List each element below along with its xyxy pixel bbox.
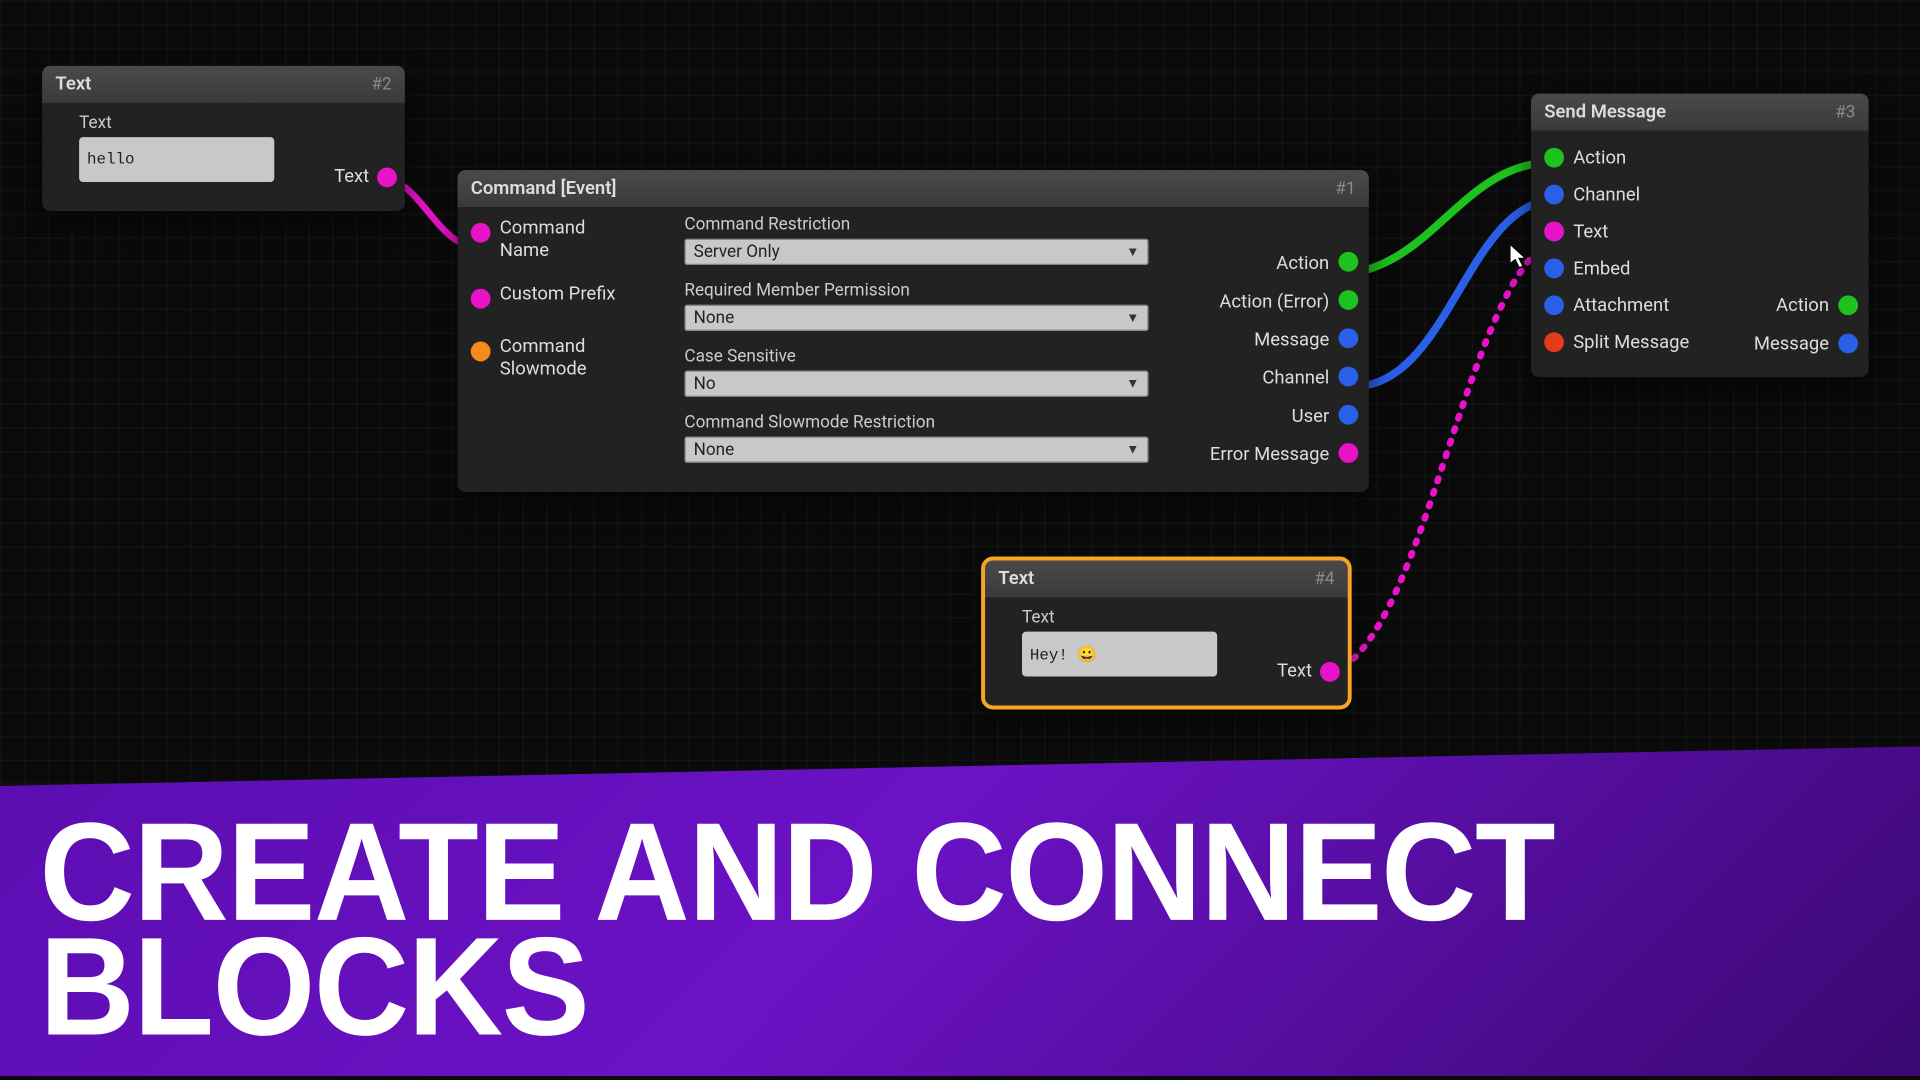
port-out-action[interactable]	[1338, 252, 1358, 272]
text-input[interactable]	[79, 137, 274, 182]
port-label-user: User	[1292, 406, 1330, 427]
port-label-channel: Channel	[1262, 368, 1329, 389]
node-title: Send Message	[1544, 102, 1666, 123]
field-label-case-sensitive: Case Sensitive	[684, 347, 1148, 367]
port-out-user[interactable]	[1338, 405, 1358, 425]
port-in-embed[interactable]	[1544, 258, 1564, 278]
select-case-sensitive[interactable]: No ▼	[684, 371, 1148, 397]
port-out-text-label: Text	[1277, 661, 1312, 682]
port-in-split-message[interactable]	[1544, 332, 1564, 352]
field-label-text: Text	[1022, 608, 1335, 628]
port-label-channel: Channel	[1573, 185, 1640, 206]
select-value: No	[694, 374, 716, 394]
port-label-action: Action	[1276, 253, 1329, 274]
port-label-error-message: Error Message	[1210, 444, 1329, 465]
select-value: Server Only	[694, 242, 780, 262]
chevron-down-icon: ▼	[1126, 376, 1139, 391]
select-slowmode-restriction[interactable]: None ▼	[684, 436, 1148, 462]
node-title: Text	[55, 74, 91, 95]
port-out-error-message[interactable]	[1338, 443, 1358, 463]
port-out-action[interactable]	[1838, 295, 1858, 315]
node-id: #3	[1835, 102, 1855, 122]
port-label-action-error: Action (Error)	[1219, 291, 1329, 312]
port-out-text[interactable]	[1320, 661, 1340, 681]
port-label-text: Text	[1573, 222, 1608, 243]
chevron-down-icon: ▼	[1126, 245, 1139, 260]
port-in-attachment[interactable]	[1544, 295, 1564, 315]
port-label-embed: Embed	[1573, 258, 1630, 279]
port-label-split-message: Split Message	[1573, 332, 1689, 353]
node-send-message-3[interactable]: Send Message #3 Action Channel	[1531, 94, 1869, 378]
port-in-command-name[interactable]	[471, 223, 491, 243]
field-label-restriction: Command Restriction	[684, 215, 1148, 235]
node-title: Text	[998, 568, 1034, 589]
field-label-permission: Required Member Permission	[684, 281, 1148, 301]
port-label-message: Message	[1254, 330, 1329, 351]
chevron-down-icon: ▼	[1126, 311, 1139, 326]
port-out-channel[interactable]	[1338, 367, 1358, 387]
port-out-action-error[interactable]	[1338, 290, 1358, 310]
chevron-down-icon: ▼	[1126, 442, 1139, 457]
port-label-action-out: Action	[1776, 295, 1829, 316]
node-header[interactable]: Command [Event] #1	[458, 170, 1369, 207]
promo-banner: CREATE AND CONNECT BLOCKS	[0, 746, 1920, 1076]
node-id: #4	[1314, 569, 1334, 589]
node-header[interactable]: Text #2	[42, 66, 405, 103]
port-label-attachment: Attachment	[1573, 295, 1669, 316]
port-out-message[interactable]	[1338, 328, 1358, 348]
port-in-action[interactable]	[1544, 148, 1564, 168]
port-label-custom-prefix: Custom Prefix	[500, 284, 632, 306]
banner-headline: CREATE AND CONNECT BLOCKS	[40, 815, 1920, 1044]
port-in-text[interactable]	[1544, 222, 1564, 242]
port-out-text[interactable]	[377, 167, 397, 187]
node-command-1[interactable]: Command [Event] #1 Command Name Custom P…	[458, 170, 1369, 492]
port-label-action: Action	[1573, 148, 1626, 169]
text-input[interactable]	[1022, 632, 1217, 677]
node-id: #2	[371, 75, 391, 95]
node-title: Command [Event]	[471, 178, 617, 199]
node-text-2[interactable]: Text #2 Text Text	[42, 66, 405, 211]
port-in-custom-prefix[interactable]	[471, 289, 491, 309]
port-label-message-out: Message	[1754, 334, 1829, 355]
select-value: None	[694, 440, 735, 460]
field-label-text: Text	[79, 113, 392, 133]
port-label-command-slowmode: Command Slowmode	[500, 336, 632, 381]
port-in-command-slowmode[interactable]	[471, 342, 491, 362]
node-text-4[interactable]: Text #4 Text Text	[985, 560, 1348, 705]
port-label-command-name: Command Name	[500, 218, 632, 263]
node-id: #1	[1335, 179, 1355, 199]
port-in-channel[interactable]	[1544, 185, 1564, 205]
node-header[interactable]: Send Message #3	[1531, 94, 1869, 131]
select-value: None	[694, 308, 735, 328]
field-label-slowmode-restriction: Command Slowmode Restriction	[684, 413, 1148, 433]
select-required-permission[interactable]: None ▼	[684, 305, 1148, 331]
select-command-restriction[interactable]: Server Only ▼	[684, 239, 1148, 265]
port-out-message[interactable]	[1838, 334, 1858, 354]
node-header[interactable]: Text #4	[985, 560, 1348, 597]
node-canvas[interactable]: Text #2 Text Text Command [Event] #1	[0, 0, 1920, 1076]
port-out-text-label: Text	[334, 166, 369, 187]
